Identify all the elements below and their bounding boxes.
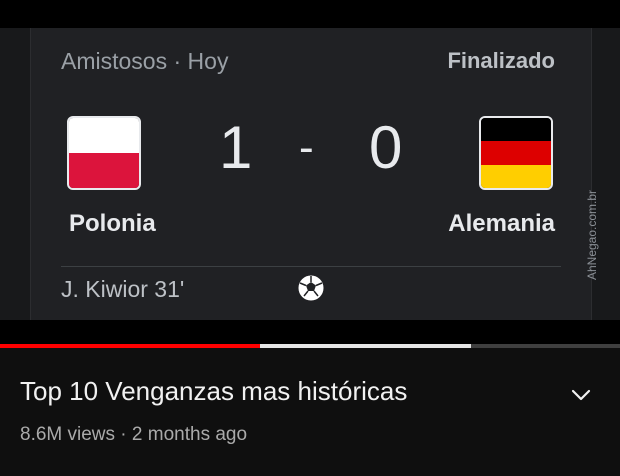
poland-flag-icon	[67, 116, 141, 190]
video-stats: 8.6M views · 2 months ago	[20, 424, 247, 446]
home-score: 1	[219, 114, 253, 181]
home-team-name: Polonia	[69, 210, 156, 237]
stats-separator: ·	[115, 424, 132, 445]
watermark: AhNegao.com.br	[580, 180, 604, 290]
upload-age: 2 months ago	[131, 424, 248, 445]
soccer-ball-icon	[297, 274, 325, 302]
away-team-name: Alemania	[448, 210, 555, 237]
germany-flag-icon	[479, 116, 553, 190]
video-frame-left-edge	[0, 28, 30, 320]
match-score-card: Amistosos · Hoy Finalizado 1 - 0 Polonia…	[30, 28, 592, 320]
card-divider	[61, 266, 561, 267]
view-count: 8.6M views	[20, 424, 116, 445]
progress-buffered	[260, 344, 472, 348]
away-score: 0	[369, 114, 403, 181]
video-player[interactable]: Amistosos · Hoy Finalizado 1 - 0 Polonia…	[0, 0, 620, 346]
match-meta: Amistosos · Hoy	[61, 48, 228, 75]
chevron-down-icon[interactable]	[568, 382, 594, 408]
video-progress-bar[interactable]	[0, 344, 620, 348]
match-day: Hoy	[187, 48, 229, 74]
progress-played	[0, 344, 261, 348]
watermark-text: AhNegao.com.br	[585, 189, 599, 281]
goal-scorer: J. Kiwior 31'	[61, 276, 185, 302]
video-title[interactable]: Top 10 Venganzas mas históricas	[20, 376, 407, 407]
competition-label: Amistosos	[61, 48, 168, 74]
score-separator: -	[299, 123, 314, 172]
match-status: Finalizado	[447, 48, 555, 73]
meta-separator: ·	[167, 48, 188, 74]
